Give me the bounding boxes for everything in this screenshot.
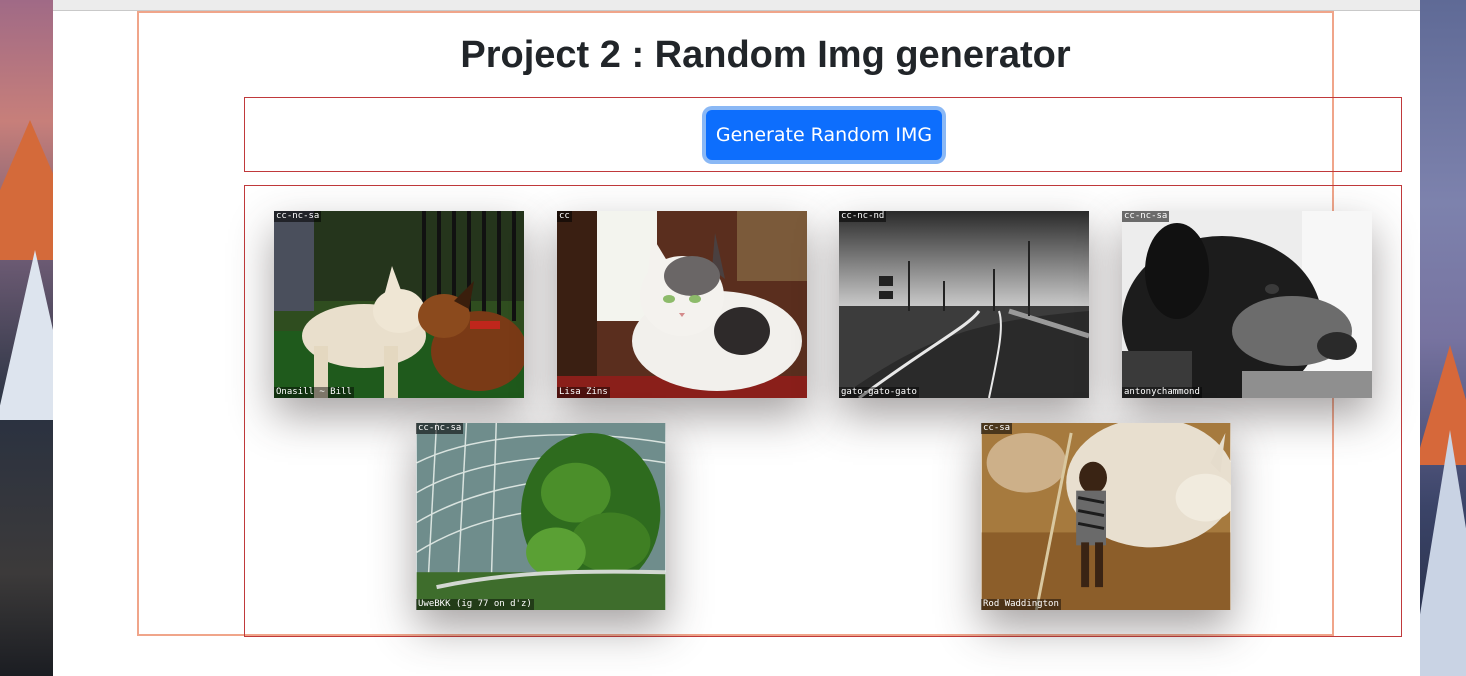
- license-label: cc-nc-sa: [1122, 211, 1170, 222]
- photo-credit: Onasill ~ Bill: [274, 387, 354, 398]
- gallery-image-1[interactable]: cc-nc-sa Onasill ~ Bill: [274, 211, 524, 398]
- garden-dome-photo: [416, 423, 666, 610]
- browser-window: Project 2 : Random Img generator Generat…: [53, 0, 1420, 676]
- button-panel: Generate Random IMG: [244, 97, 1402, 172]
- license-label: cc-sa: [981, 423, 1013, 434]
- gallery-image-4[interactable]: cc-nc-sa antonychammond: [1122, 211, 1372, 398]
- desktop-wallpaper-right: [1420, 0, 1466, 676]
- gallery-image-3[interactable]: cc-nc-nd gato-gato-gato: [839, 211, 1089, 398]
- gallery-image-2[interactable]: cc Lisa Zins: [557, 211, 807, 398]
- photo-credit: Rod Waddington: [981, 599, 1061, 610]
- license-label: cc-nc-sa: [416, 423, 464, 434]
- road-photo: [839, 211, 1089, 398]
- dogs-photo: [274, 211, 524, 398]
- photo-credit: UweBKK (ig 77 on d'z): [416, 599, 534, 610]
- desktop-wallpaper-left: [0, 0, 53, 676]
- image-gallery: cc-nc-sa Onasill ~ Bill cc Lisa Zins cc-…: [244, 185, 1402, 637]
- gallery-image-5[interactable]: cc-nc-sa UweBKK (ig 77 on d'z): [416, 423, 666, 610]
- license-label: cc-nc-nd: [839, 211, 887, 222]
- dog-portrait-photo: [1122, 211, 1372, 398]
- photo-credit: antonychammond: [1122, 387, 1202, 398]
- page-title: Project 2 : Random Img generator: [460, 34, 1071, 76]
- gallery-image-6[interactable]: cc-sa Rod Waddington: [981, 423, 1231, 610]
- license-label: cc: [557, 211, 572, 222]
- browser-toolbar-edge: [53, 0, 1420, 11]
- project-container: Project 2 : Random Img generator Generat…: [137, 11, 1402, 637]
- license-label: cc-nc-sa: [274, 211, 322, 222]
- photo-credit: gato-gato-gato: [839, 387, 919, 398]
- cat-photo: [557, 211, 807, 398]
- generate-random-img-button[interactable]: Generate Random IMG: [706, 110, 942, 160]
- photo-credit: Lisa Zins: [557, 387, 610, 398]
- child-cattle-photo: [981, 423, 1231, 610]
